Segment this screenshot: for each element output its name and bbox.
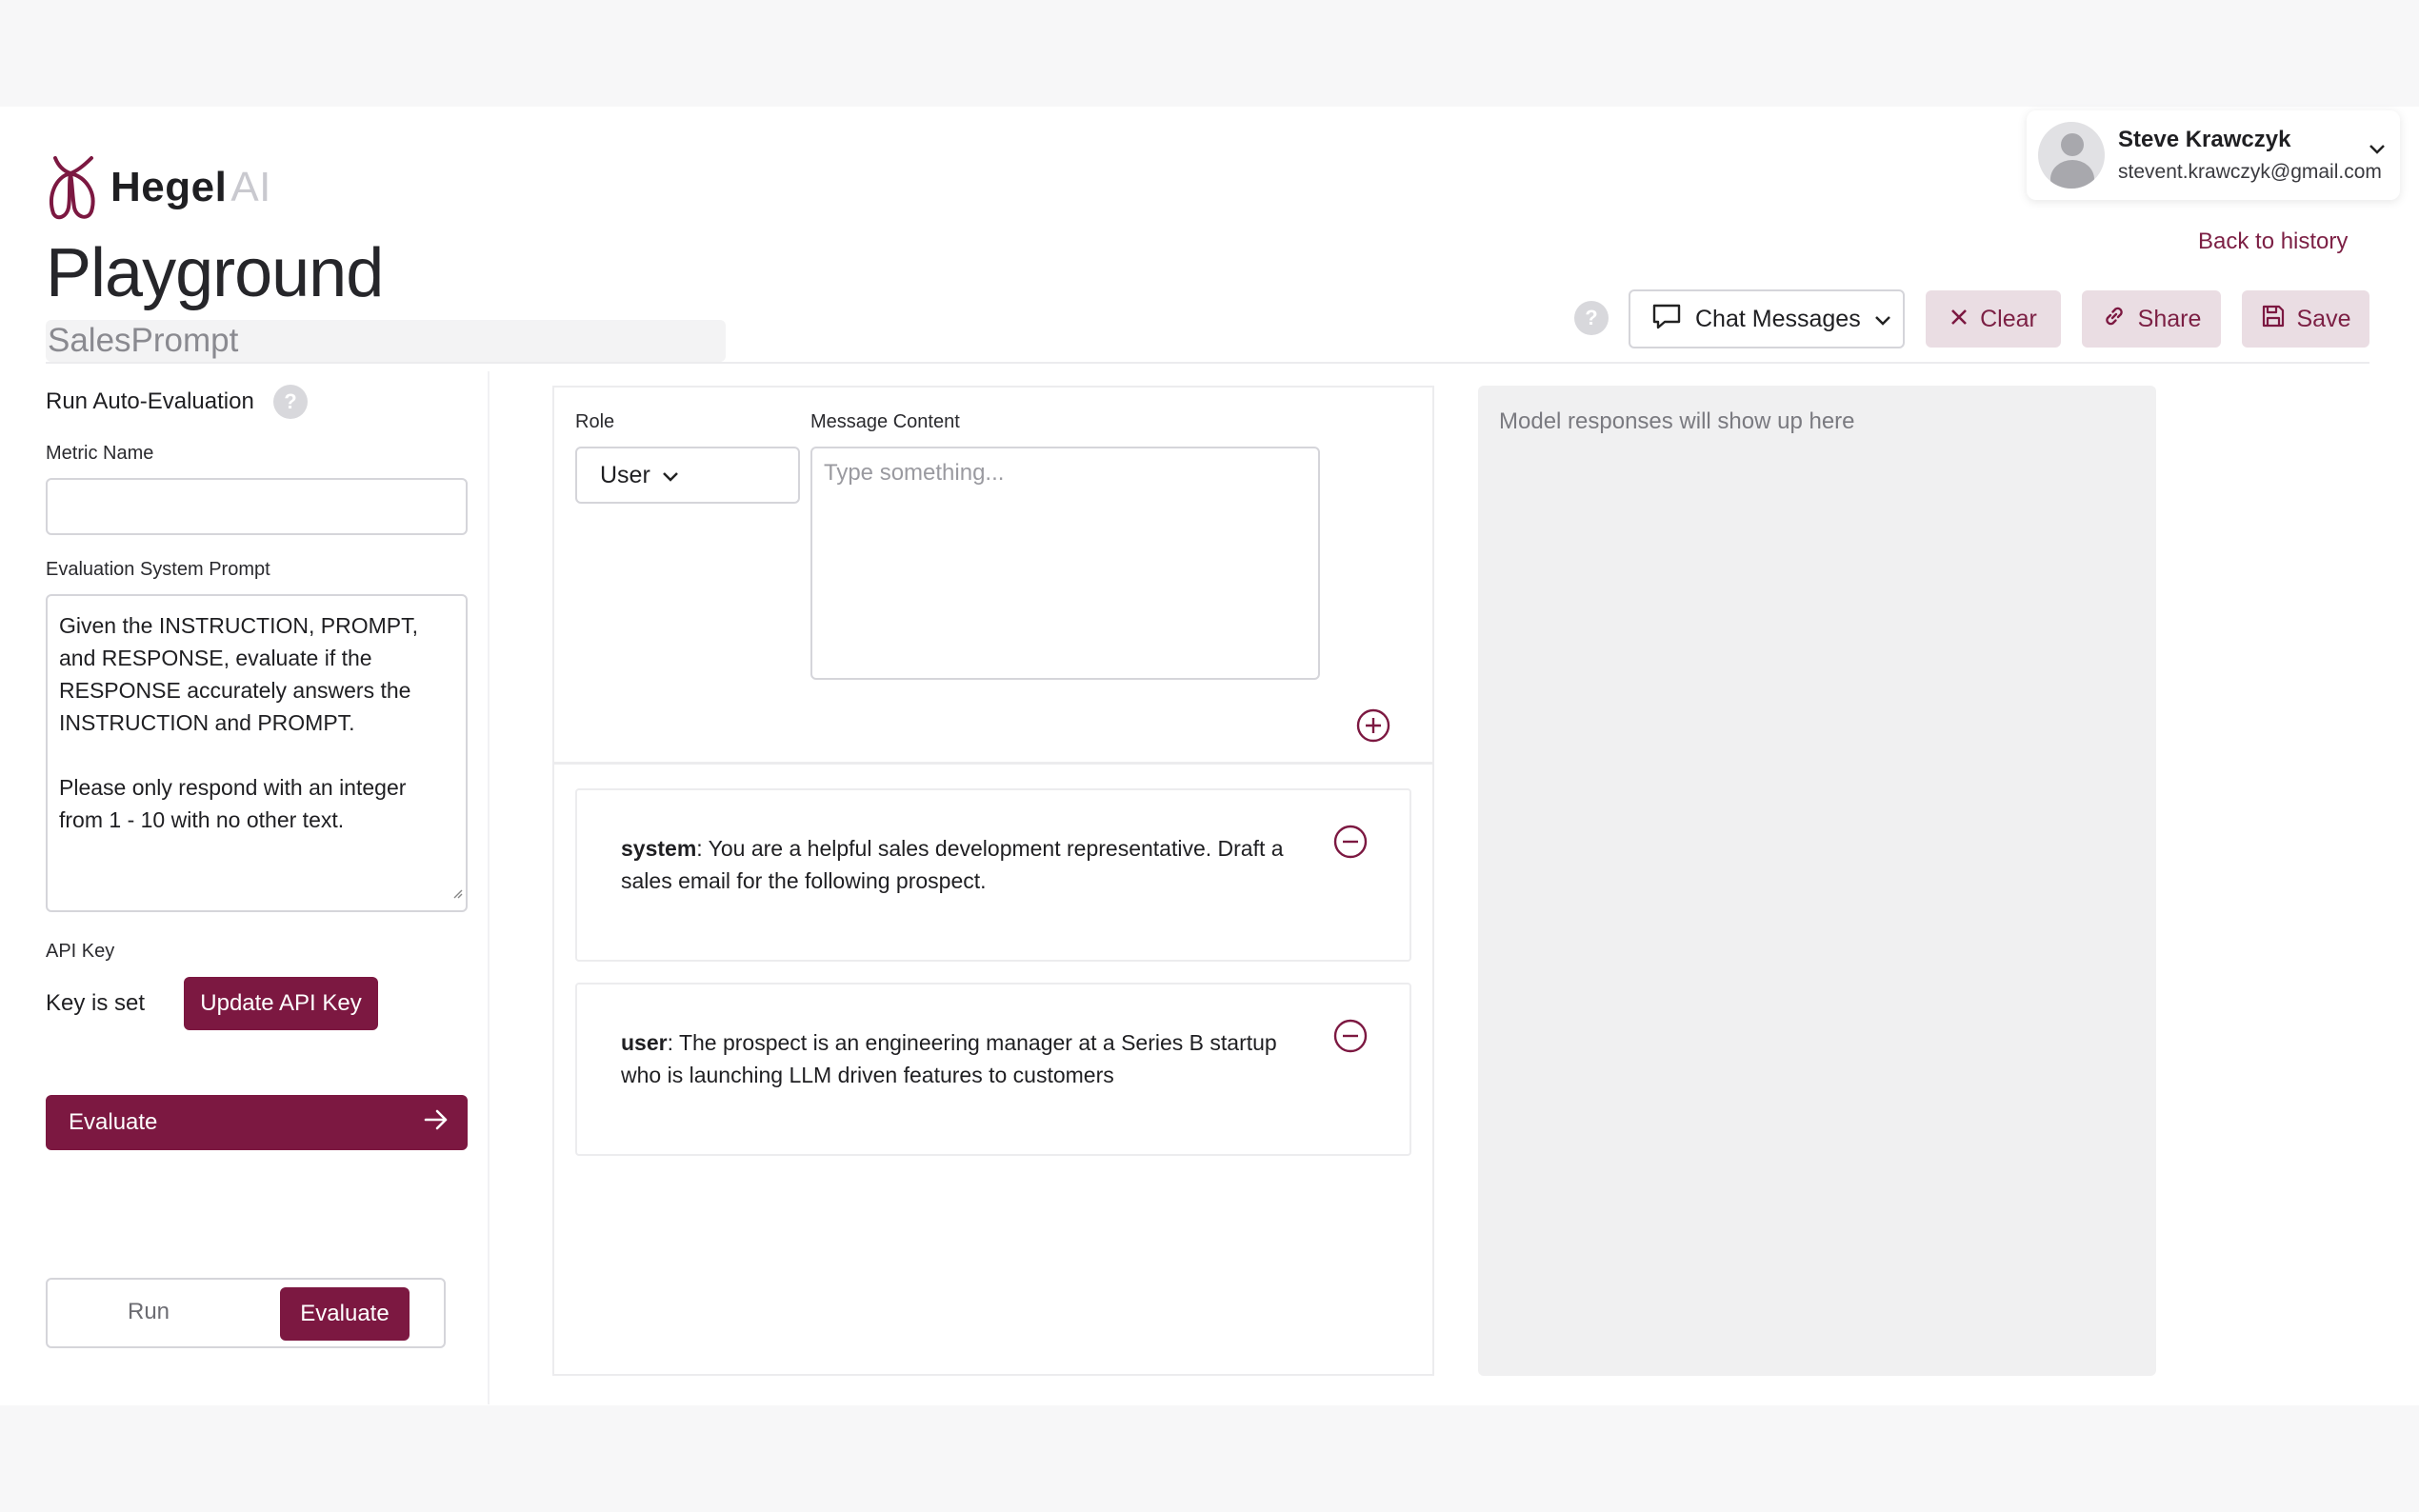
floppy-disk-icon xyxy=(2261,304,2286,335)
chevron-down-icon[interactable] xyxy=(2368,143,2387,161)
share-label: Share xyxy=(2137,305,2202,332)
chat-bubble-icon xyxy=(1651,302,1682,337)
avatar xyxy=(2038,122,2105,189)
share-button[interactable]: Share xyxy=(2082,290,2221,348)
brand-logo[interactable]: HegelAI xyxy=(46,154,271,221)
message-text: user: The prospect is an engineering man… xyxy=(621,1030,1277,1087)
user-name: Steve Krawczyk xyxy=(2118,127,2291,152)
resize-handle-icon[interactable] xyxy=(451,875,463,907)
message-content-input[interactable]: Type something... xyxy=(810,447,1320,680)
run-evaluate-toggle: Run Evaluate xyxy=(46,1278,446,1348)
metric-name-input[interactable] xyxy=(46,478,468,535)
clear-label: Clear xyxy=(1980,305,2037,332)
owl-logo-icon xyxy=(46,154,99,221)
back-to-history-link[interactable]: Back to history xyxy=(2198,229,2348,255)
role-value: User xyxy=(600,461,650,488)
close-icon xyxy=(1949,306,1969,333)
role-label: Role xyxy=(575,411,615,432)
update-api-key-button[interactable]: Update API Key xyxy=(184,977,378,1030)
message-text: system: You are a helpful sales developm… xyxy=(621,836,1284,893)
remove-message-icon[interactable] xyxy=(1333,825,1368,864)
prompt-name-field[interactable]: SalesPrompt xyxy=(46,320,726,362)
composer-divider xyxy=(554,762,1432,765)
model-response-panel: Model responses will show up here xyxy=(1478,386,2156,1376)
chat-messages-dropdown[interactable]: Chat Messages xyxy=(1629,289,1905,348)
message-content-label: Message Content xyxy=(810,411,960,432)
auto-eval-heading: Run Auto-Evaluation xyxy=(46,388,254,414)
chat-messages-label: Chat Messages xyxy=(1695,305,1861,332)
run-tab[interactable]: Run xyxy=(128,1299,170,1325)
message-card[interactable]: user: The prospect is an engineering man… xyxy=(575,983,1411,1156)
clear-button[interactable]: Clear xyxy=(1926,290,2061,348)
metric-name-label: Metric Name xyxy=(46,443,154,464)
link-icon xyxy=(2102,304,2127,335)
brand-name: HegelAI xyxy=(110,164,271,210)
eval-prompt-text: Given the INSTRUCTION, PROMPT, and RESPO… xyxy=(59,613,419,832)
help-icon[interactable]: ? xyxy=(1574,301,1609,335)
save-button[interactable]: Save xyxy=(2242,290,2369,348)
page-title: Playground xyxy=(46,235,384,311)
eval-prompt-textarea[interactable]: Given the INSTRUCTION, PROMPT, and RESPO… xyxy=(46,594,468,912)
api-key-label: API Key xyxy=(46,941,115,962)
chevron-down-icon xyxy=(662,462,679,489)
message-card[interactable]: system: You are a helpful sales developm… xyxy=(575,788,1411,962)
evaluate-label: Evaluate xyxy=(69,1109,158,1135)
add-message-icon[interactable] xyxy=(1356,708,1390,747)
evaluate-tab[interactable]: Evaluate xyxy=(280,1287,410,1341)
eval-prompt-label: Evaluation System Prompt xyxy=(46,559,270,580)
chevron-down-icon xyxy=(1874,306,1891,333)
user-menu[interactable]: Steve Krawczyk stevent.krawczyk@gmail.co… xyxy=(2027,110,2400,200)
evaluate-button[interactable]: Evaluate xyxy=(46,1095,468,1150)
remove-message-icon[interactable] xyxy=(1333,1019,1368,1058)
api-key-status: Key is set xyxy=(46,990,146,1016)
arrow-right-icon xyxy=(424,1108,449,1138)
response-placeholder: Model responses will show up here xyxy=(1499,408,1855,434)
sidebar-divider xyxy=(488,371,490,1404)
save-label: Save xyxy=(2296,305,2351,332)
user-email: stevent.krawczyk@gmail.com xyxy=(2118,161,2382,183)
header-divider xyxy=(46,362,2369,364)
help-icon[interactable]: ? xyxy=(273,385,308,419)
role-select[interactable]: User xyxy=(575,447,800,504)
